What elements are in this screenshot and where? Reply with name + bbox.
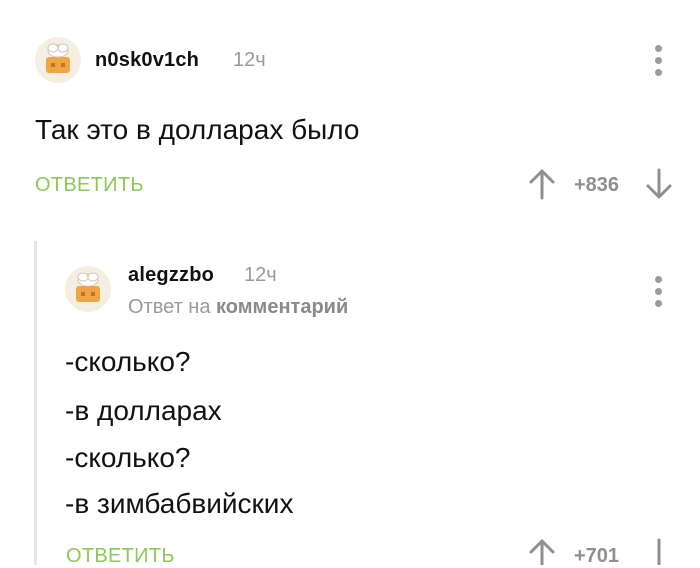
- score: +836: [574, 174, 620, 196]
- chef-avatar-icon: [65, 266, 111, 312]
- upvote-arrow-icon[interactable]: [528, 538, 556, 565]
- more-options-icon[interactable]: [654, 276, 662, 307]
- comment-line: -в долларах: [65, 395, 222, 426]
- comment-line: -в зимбабвийских: [65, 488, 294, 519]
- downvote-arrow-icon[interactable]: [645, 168, 673, 200]
- downvote-arrow-icon[interactable]: [645, 538, 673, 565]
- comment-line: -сколько?: [65, 346, 191, 377]
- chef-avatar-icon: [35, 37, 81, 83]
- reply-to-label: Ответ на комментарий: [128, 296, 348, 319]
- comment-line: -сколько?: [65, 442, 191, 473]
- upvote-arrow-icon[interactable]: [528, 168, 556, 200]
- reply-button[interactable]: ОТВЕТИТЬ: [35, 174, 144, 197]
- thread-line[interactable]: [34, 241, 37, 565]
- avatar[interactable]: [35, 37, 81, 83]
- reply-to-prefix: Ответ на: [128, 296, 211, 318]
- reply-to-link[interactable]: комментарий: [216, 296, 348, 318]
- comment-text: Так это в долларах было: [35, 114, 360, 145]
- timestamp: 12ч: [244, 264, 277, 286]
- timestamp: 12ч: [233, 49, 266, 71]
- username[interactable]: n0sk0v1ch: [95, 49, 199, 72]
- username[interactable]: alegzzbo: [128, 264, 214, 287]
- more-options-icon[interactable]: [654, 45, 662, 76]
- avatar[interactable]: [65, 266, 111, 312]
